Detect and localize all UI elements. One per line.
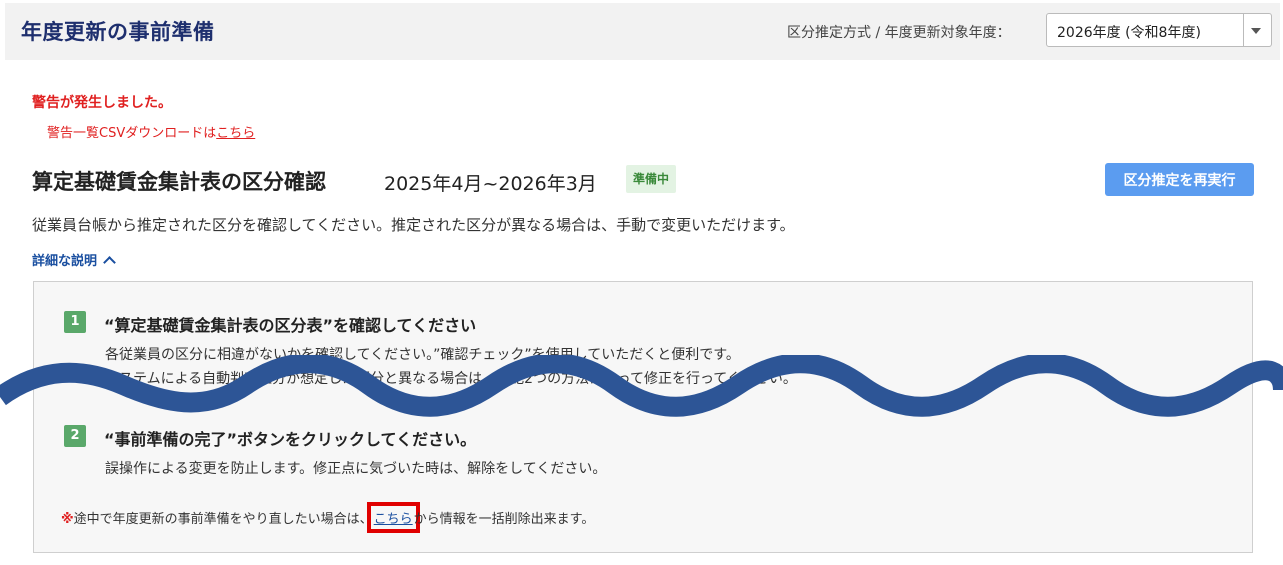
reset-note: ※途中で年度更新の事前準備をやり直したい場合は、こちらから情報を一括削除出来ます…: [61, 502, 595, 533]
warning-csv-line: 警告一覧CSVダウンロードはこちら: [47, 122, 255, 141]
note-prefix: 途中で年度更新の事前準備をやり直したい場合は、: [73, 512, 373, 527]
note-suffix: から情報を一括削除出来ます。: [413, 512, 595, 527]
detail-toggle-label: 詳細な説明: [32, 254, 98, 269]
page-header: 年度更新の事前準備 区分推定方式 / 年度更新対象年度： 2026年度 (令和8…: [5, 3, 1280, 60]
warning-csv-text: 警告一覧CSVダウンロードは: [47, 126, 217, 141]
year-select[interactable]: 2026年度 (令和8年度): [1046, 13, 1272, 47]
step-1-number: 1: [64, 311, 86, 333]
rerun-estimation-button[interactable]: 区分推定を再実行: [1105, 163, 1254, 196]
status-badge: 準備中: [626, 165, 677, 193]
cut-wave-divider: [0, 355, 1283, 417]
chevron-up-icon: [103, 256, 116, 269]
year-select-label: 区分推定方式 / 年度更新対象年度：: [787, 25, 1011, 41]
step-1-title: “算定基礎賃金集計表の区分表”を確認してください: [104, 316, 477, 335]
chevron-down-icon[interactable]: [1251, 28, 1261, 34]
wave-path: [0, 355, 1283, 417]
year-select-value: 2026年度 (令和8年度): [1057, 25, 1201, 41]
page-title: 年度更新の事前準備: [21, 20, 215, 44]
section-period: 2025年4月~2026年3月: [384, 173, 597, 195]
step-2-body-1: 誤操作による変更を防止します。修正点に気づいた時は、解除をしてください。: [105, 461, 607, 477]
step-2-number: 2: [64, 425, 86, 447]
detail-toggle[interactable]: 詳細な説明: [32, 250, 116, 269]
step-2-title: “事前準備の完了”ボタンをクリックしてください。: [104, 430, 477, 449]
year-select-divider: [1243, 14, 1244, 46]
warning-title: 警告が発生しました。: [32, 95, 172, 111]
reset-here-link[interactable]: こちら: [366, 502, 420, 533]
section-title: 算定基礎賃金集計表の区分確認: [32, 170, 326, 194]
note-mark: ※: [61, 512, 74, 527]
section-description: 従業員台帳から推定された区分を確認してください。推定された区分が異なる場合は、手…: [32, 216, 795, 234]
warning-csv-link[interactable]: こちら: [216, 126, 255, 141]
